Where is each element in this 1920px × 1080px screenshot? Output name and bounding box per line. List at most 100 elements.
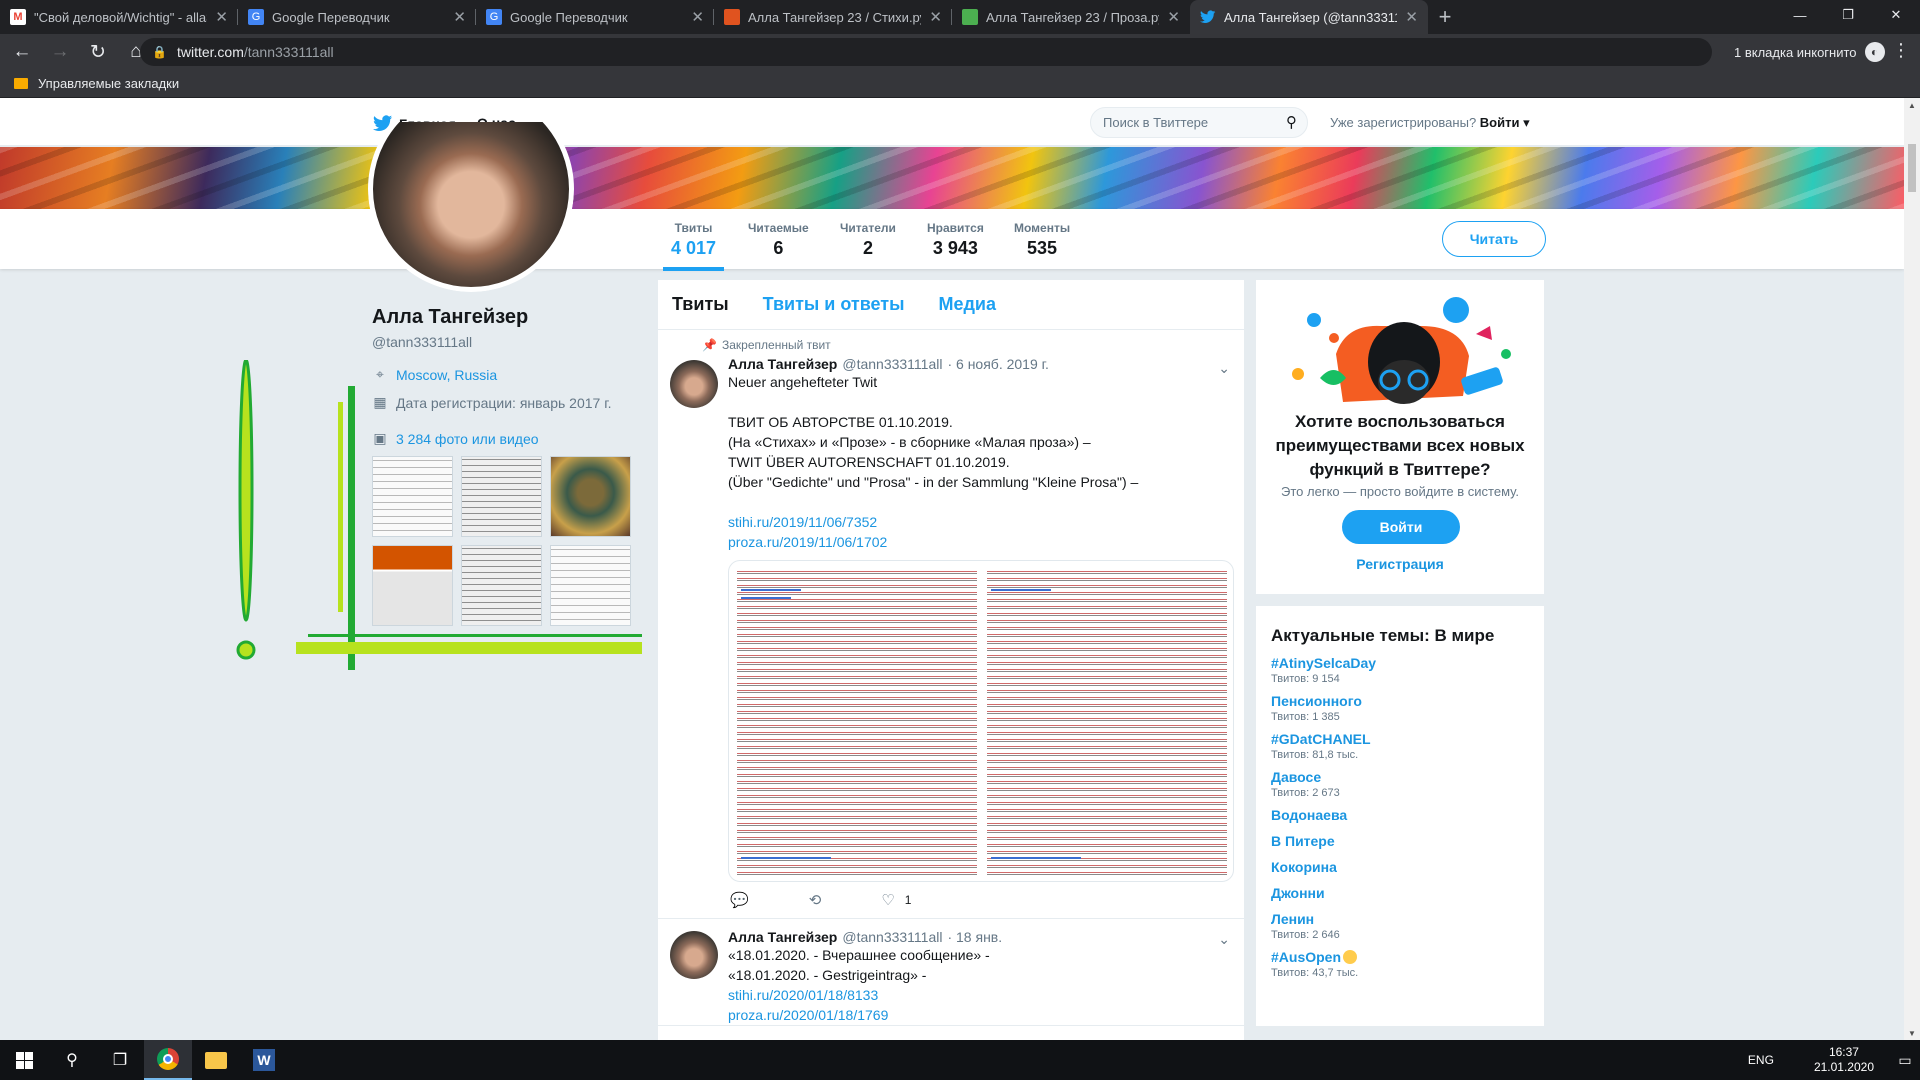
tab-tweets[interactable]: Твиты bbox=[672, 294, 729, 315]
scroll-down-icon[interactable]: ▼ bbox=[1908, 1029, 1916, 1038]
trend-item[interactable]: В Питере bbox=[1271, 832, 1529, 850]
stihi-icon bbox=[724, 9, 740, 25]
chevron-down-icon[interactable]: ⌄ bbox=[1218, 931, 1230, 948]
tweet[interactable]: ⌄ Алла Тангейзер @tann333111all · 18 янв… bbox=[658, 919, 1244, 1026]
tweet-author-handle[interactable]: @tann333111all bbox=[842, 356, 942, 372]
address-bar[interactable]: 🔒 twitter.com/tann333111all bbox=[140, 38, 1712, 66]
trend-item[interactable]: Кокорина bbox=[1271, 858, 1529, 876]
tweet-link[interactable]: proza.ru/2019/11/06/1702 bbox=[728, 532, 1232, 552]
login-dropdown[interactable]: Войти ▾ bbox=[1480, 115, 1530, 130]
trend-item[interactable]: #GDatCHANEL Твитов: 81,8 тыс. bbox=[1271, 730, 1529, 762]
chrome-icon bbox=[157, 1048, 179, 1070]
login-button[interactable]: Войти bbox=[1342, 510, 1460, 544]
stat-following[interactable]: Читаемые 6 bbox=[748, 221, 809, 259]
tweet-date[interactable]: · 6 нояб. 2019 г. bbox=[947, 356, 1048, 372]
trend-name[interactable]: Ленин bbox=[1271, 910, 1529, 928]
trend-item[interactable]: Давосе Твитов: 2 673 bbox=[1271, 768, 1529, 800]
start-button[interactable] bbox=[0, 1040, 48, 1080]
google-translate-icon: G bbox=[248, 9, 264, 25]
tweet-avatar[interactable] bbox=[670, 931, 718, 979]
taskbar-chrome[interactable] bbox=[144, 1040, 192, 1080]
browser-tab-gmail[interactable]: M "Свой деловой/Wichtig" - alla333 ✕ bbox=[0, 0, 238, 34]
twitter-search-input[interactable]: Поиск в Твиттере ⚲ bbox=[1090, 107, 1308, 138]
close-window-icon[interactable]: ✕ bbox=[1872, 0, 1920, 30]
tweet-link[interactable]: stihi.ru/2020/01/18/8133 bbox=[728, 985, 1232, 1005]
page-scrollbar[interactable]: ▲ ▼ bbox=[1904, 98, 1920, 1041]
browser-tab-proza[interactable]: Алла Тангейзер 23 / Проза.ру ✕ bbox=[952, 0, 1190, 34]
taskbar-explorer[interactable] bbox=[192, 1040, 240, 1080]
clock[interactable]: 16:37 21.01.2020 bbox=[1814, 1045, 1874, 1075]
pinned-tweet[interactable]: 📌 Закрепленный твит ⌄ Алла Тангейзер @ta… bbox=[658, 330, 1244, 919]
trend-name[interactable]: Давосе bbox=[1271, 768, 1529, 786]
tweet-date[interactable]: · 18 янв. bbox=[947, 929, 1002, 945]
chevron-down-icon[interactable]: ⌄ bbox=[1218, 360, 1230, 377]
browser-tab-translate-2[interactable]: G Google Переводчик ✕ bbox=[476, 0, 714, 34]
follow-button[interactable]: Читать bbox=[1442, 221, 1546, 257]
restore-icon[interactable]: ❐ bbox=[1824, 0, 1872, 30]
incognito-indicator[interactable]: 1 вкладка инкогнито ◐ bbox=[1734, 42, 1885, 62]
close-tab-icon[interactable]: ✕ bbox=[691, 8, 704, 26]
url-host: twitter.com bbox=[176, 44, 244, 60]
trend-name[interactable]: #GDatCHANEL bbox=[1271, 730, 1529, 748]
taskbar-word[interactable]: W bbox=[240, 1040, 288, 1080]
stat-tweets[interactable]: Твиты 4 017 bbox=[662, 221, 725, 271]
trend-item[interactable]: Джонни bbox=[1271, 884, 1529, 902]
twitter-icon bbox=[1200, 9, 1216, 25]
search-icon[interactable]: ⚲ bbox=[48, 1040, 96, 1080]
annotation-mark bbox=[348, 386, 355, 670]
trend-item[interactable]: #AtinySelcaDay Твитов: 9 154 bbox=[1271, 654, 1529, 686]
trend-name[interactable]: #AtinySelcaDay bbox=[1271, 654, 1529, 672]
signup-subtitle: Это легко — просто войдите в систему. bbox=[1281, 484, 1519, 499]
close-tab-icon[interactable]: ✕ bbox=[453, 8, 466, 26]
notification-icon[interactable]: ▭ bbox=[1890, 1040, 1920, 1080]
trend-name[interactable]: Кокорина bbox=[1271, 858, 1529, 876]
browser-tab-twitter[interactable]: Алла Тангейзер (@tann333111all ✕ bbox=[1190, 0, 1428, 34]
close-tab-icon[interactable]: ✕ bbox=[1167, 8, 1180, 26]
forward-arrow-icon[interactable]: → bbox=[44, 36, 76, 68]
stat-moments[interactable]: Моменты 535 bbox=[1014, 221, 1070, 259]
trend-item[interactable]: Водонаева bbox=[1271, 806, 1529, 824]
tweet-image[interactable] bbox=[728, 560, 1234, 882]
browser-tab-stihi[interactable]: Алла Тангейзер 23 / Стихи.ру ✕ bbox=[714, 0, 952, 34]
bookmarks-folder[interactable]: Управляемые закладки bbox=[38, 76, 179, 91]
tab-tweets-replies[interactable]: Твиты и ответы bbox=[763, 294, 905, 315]
reload-icon[interactable]: ↻ bbox=[82, 36, 114, 68]
trend-name[interactable]: Водонаева bbox=[1271, 806, 1529, 824]
tweet-author-name[interactable]: Алла Тангейзер bbox=[728, 929, 837, 945]
trend-name[interactable]: В Питере bbox=[1271, 832, 1529, 850]
stat-likes[interactable]: Нравится 3 943 bbox=[927, 221, 984, 259]
scrollbar-thumb[interactable] bbox=[1908, 144, 1916, 192]
register-link[interactable]: Регистрация bbox=[1256, 556, 1544, 572]
trend-item[interactable]: #AusOpen Твитов: 43,7 тыс. bbox=[1271, 948, 1529, 980]
task-view-icon[interactable]: ❐ bbox=[96, 1040, 144, 1080]
close-tab-icon[interactable]: ✕ bbox=[215, 8, 228, 26]
new-tab-button[interactable]: + bbox=[1428, 0, 1462, 34]
tab-media[interactable]: Медиа bbox=[939, 294, 997, 315]
search-icon[interactable]: ⚲ bbox=[1286, 113, 1297, 131]
tweet-avatar[interactable] bbox=[670, 360, 718, 408]
trend-name[interactable]: Джонни bbox=[1271, 884, 1529, 902]
reply-icon[interactable]: 💬 bbox=[730, 891, 749, 909]
close-tab-icon[interactable]: ✕ bbox=[929, 8, 942, 26]
retweet-icon[interactable]: ⟲ bbox=[809, 891, 822, 909]
minimize-icon[interactable]: — bbox=[1776, 0, 1824, 30]
trend-item[interactable]: Пенсионного Твитов: 1 385 bbox=[1271, 692, 1529, 724]
browser-tab-translate-1[interactable]: G Google Переводчик ✕ bbox=[238, 0, 476, 34]
menu-kebab-icon[interactable]: ⋮ bbox=[1892, 40, 1910, 61]
trend-name[interactable]: Пенсионного bbox=[1271, 692, 1529, 710]
stat-followers[interactable]: Читатели 2 bbox=[840, 221, 896, 259]
like-button[interactable]: ♡ 1 bbox=[881, 891, 911, 909]
word-icon: W bbox=[253, 1049, 275, 1071]
tweet-link[interactable]: proza.ru/2020/01/18/1769 bbox=[728, 1005, 1232, 1025]
tweet-author-handle[interactable]: @tann333111all bbox=[842, 929, 942, 945]
language-indicator[interactable]: ENG bbox=[1748, 1053, 1774, 1067]
trend-item[interactable]: Ленин Твитов: 2 646 bbox=[1271, 910, 1529, 942]
stat-value: 4 017 bbox=[671, 238, 717, 258]
annotation-mark bbox=[296, 642, 642, 654]
tweet-link[interactable]: stihi.ru/2019/11/06/7352 bbox=[728, 512, 1232, 532]
trend-name-wrap[interactable]: #AusOpen bbox=[1271, 948, 1529, 966]
close-tab-icon[interactable]: ✕ bbox=[1405, 8, 1418, 26]
back-arrow-icon[interactable]: ← bbox=[6, 36, 38, 68]
tweet-author-name[interactable]: Алла Тангейзер bbox=[728, 356, 837, 372]
scroll-up-icon[interactable]: ▲ bbox=[1908, 101, 1916, 110]
